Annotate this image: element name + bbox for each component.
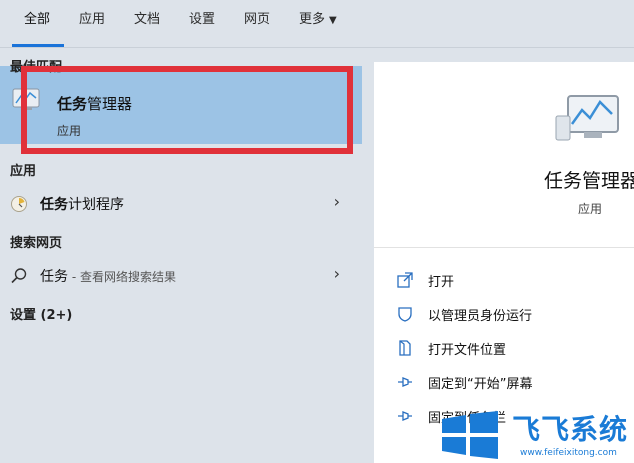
task-manager-icon	[555, 95, 619, 141]
tab-apps[interactable]: 应用	[79, 10, 105, 34]
detail-header: 任务管理器 应用	[374, 62, 634, 248]
tab-more[interactable]: 更多 ▼	[299, 10, 337, 34]
action-open-file-location[interactable]: 打开文件位置	[396, 336, 626, 360]
action-open-label: 打开	[428, 275, 455, 290]
windows-logo-watermark	[442, 411, 498, 459]
chevron-right-icon[interactable]: ›	[334, 192, 340, 211]
web-search-label: 任务 - 查看网络搜索结果	[40, 269, 176, 285]
section-web: 搜索网页	[10, 236, 63, 251]
filter-tab-bar: 全部 应用 文档 设置 网页 更多 ▼	[0, 0, 634, 48]
action-open-file-location-label: 打开文件位置	[428, 343, 507, 358]
list-item-web-search[interactable]: 任务 - 查看网络搜索结果 ›	[0, 260, 362, 290]
detail-title: 任务管理器	[544, 170, 634, 192]
action-pin-to-start[interactable]: 固定到“开始”屏幕	[396, 370, 626, 394]
list-item-task-scheduler[interactable]: 任务计划程序 ›	[0, 188, 362, 218]
action-run-as-admin-label: 以管理员身份运行	[428, 309, 533, 324]
shield-icon	[398, 307, 412, 322]
results-panel: 最佳匹配 任务管理器 应用 应用 任务计划程序 › 搜索网页 任务 - 查看网络…	[0, 48, 362, 463]
task-scheduler-label: 任务计划程序	[40, 197, 124, 213]
chevron-down-icon: ▼	[329, 15, 337, 26]
tab-web[interactable]: 网页	[244, 10, 270, 34]
section-apps: 应用	[10, 164, 37, 179]
open-icon	[397, 272, 413, 288]
search-icon	[11, 268, 27, 284]
annotation-highlight-box	[21, 66, 353, 154]
tab-all[interactable]: 全部	[24, 10, 50, 34]
active-tab-indicator	[12, 44, 64, 47]
watermark-text: 飞飞系统	[512, 413, 629, 446]
action-pin-to-start-label: 固定到“开始”屏幕	[428, 377, 533, 392]
watermark-url: www.feifeixitong.com	[520, 448, 617, 458]
tab-documents[interactable]: 文档	[134, 10, 160, 34]
action-run-as-admin[interactable]: 以管理员身份运行	[396, 302, 626, 326]
task-scheduler-icon	[11, 196, 27, 212]
file-location-icon	[399, 340, 411, 356]
tab-more-label: 更多	[299, 12, 326, 27]
detail-panel: 任务管理器 应用 打开 以管理员身份运行 打开文件位置 固定到“开始”屏幕 固定…	[374, 62, 634, 463]
pin-icon	[398, 377, 412, 387]
section-settings[interactable]: 设置 (2+)	[10, 304, 72, 323]
detail-subtitle: 应用	[578, 202, 603, 216]
action-open[interactable]: 打开	[396, 268, 626, 292]
tab-settings[interactable]: 设置	[189, 10, 215, 34]
chevron-right-icon[interactable]: ›	[334, 264, 340, 283]
pin-icon	[398, 411, 412, 421]
